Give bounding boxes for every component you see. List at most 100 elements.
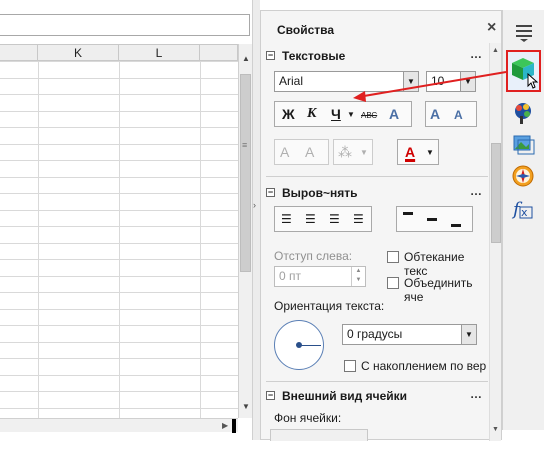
collapse-text-section-icon[interactable]: − — [266, 51, 275, 60]
case-toolbar: A A — [274, 139, 329, 165]
chevron-down-icon[interactable]: ▼ — [461, 325, 476, 344]
align-right-icon[interactable]: ☰ — [329, 212, 340, 226]
scroll-up-icon[interactable]: ▲ — [242, 54, 250, 63]
scroll-right-icon[interactable]: ▶ — [222, 421, 228, 430]
highlight-toolbar: ⁂ ▼ — [333, 139, 373, 165]
wrap-text-label: Обтекание текс — [404, 250, 465, 278]
column-header-bar: K L — [0, 44, 238, 61]
close-icon[interactable]: × — [487, 19, 496, 37]
column-header-l[interactable]: L — [119, 45, 200, 61]
orientation-label: Ориентация текста: — [274, 299, 385, 313]
shadow-icon[interactable]: A — [389, 106, 399, 122]
chevron-down-icon: ▼ — [360, 148, 368, 157]
increase-indent-icon: A — [280, 144, 290, 160]
rotation-angle-select[interactable]: 0 градусы ▼ — [342, 324, 477, 345]
wrap-text-checkbox[interactable] — [387, 251, 399, 263]
panel-scrollbar[interactable]: ▲ ▼ — [489, 43, 501, 441]
align-section-title: Выров~нять — [282, 186, 358, 200]
justify-icon[interactable]: ☰ — [353, 212, 364, 226]
font-style-toolbar: Ж К Ч ▼ АВС A — [274, 101, 412, 127]
merge-cells-label: Объединить яче — [404, 276, 473, 304]
merge-cells-checkbox[interactable] — [387, 277, 399, 289]
dial-center — [296, 342, 302, 348]
properties-cube-icon[interactable] — [508, 52, 539, 90]
cell-background-label: Фон ячейки: — [274, 411, 342, 425]
scroll-up-icon[interactable]: ▲ — [492, 47, 499, 54]
strikethrough-button[interactable]: АВС — [361, 111, 377, 120]
grid-column-line — [200, 61, 201, 420]
appearance-more-options-icon[interactable]: … — [470, 387, 483, 401]
rotation-angle-value: 0 градусы — [347, 327, 403, 341]
column-header-j[interactable] — [0, 45, 38, 61]
spreadsheet-area: K L — [0, 0, 250, 440]
underline-button[interactable]: Ч — [331, 106, 341, 122]
align-more-options-icon[interactable]: … — [470, 184, 483, 198]
text-more-options-icon[interactable]: … — [470, 47, 483, 61]
vertical-align-toolbar: ▬ ▬ ▬ — [396, 206, 473, 232]
collapse-handle-icon[interactable]: › — [253, 200, 256, 210]
underline-options-icon[interactable]: ▼ — [347, 110, 355, 119]
align-center-icon[interactable]: ☰ — [305, 212, 316, 226]
column-header-k[interactable]: K — [38, 45, 119, 61]
indent-value: 0 пт — [279, 269, 302, 283]
align-bottom-icon[interactable]: ▬ — [451, 219, 461, 230]
navigator-icon[interactable] — [509, 162, 537, 190]
font-size-select[interactable]: 10 ▼ — [426, 71, 476, 92]
section-divider — [266, 176, 488, 177]
sheet-vertical-scrollbar[interactable]: ▲ ≡ ▼ — [238, 44, 252, 418]
gallery-icon[interactable] — [509, 130, 537, 158]
sidebar-menu-icon[interactable] — [509, 18, 537, 46]
align-top-icon[interactable]: ▬ — [403, 207, 413, 218]
functions-icon[interactable]: f x — [509, 194, 537, 222]
styles-icon[interactable] — [509, 98, 537, 126]
grid-column-line — [38, 61, 39, 420]
sheet-horizontal-scrollbar[interactable]: ▶ — [0, 418, 238, 433]
grow-font-icon[interactable]: A — [430, 106, 440, 122]
grip-icon: ≡ — [242, 140, 248, 150]
svg-text:x: x — [521, 206, 528, 219]
spin-arrows-icon: ▲ ▼ — [351, 267, 365, 286]
section-divider — [266, 381, 488, 382]
font-color-icon[interactable]: A — [405, 144, 415, 160]
scroll-down-icon[interactable]: ▼ — [492, 426, 499, 433]
collapse-appearance-section-icon[interactable]: − — [266, 391, 275, 400]
dial-needle — [299, 345, 321, 346]
horizontal-align-toolbar: ☰ ☰ ☰ ☰ — [274, 206, 372, 232]
font-name-select[interactable]: Arial ▼ — [274, 71, 419, 92]
font-color-button[interactable]: A ▼ — [397, 139, 439, 165]
sidebar-splitter[interactable]: › — [252, 0, 260, 440]
indent-label: Отступ слева: — [274, 249, 353, 263]
indent-spinbox: 0 пт ▲ ▼ — [274, 266, 366, 287]
font-scale-toolbar: A A — [425, 101, 477, 127]
properties-panel: Свойства × − Текстовые … Arial ▼ 10 ▼ Ж … — [260, 10, 502, 441]
grid-column-line — [119, 61, 120, 420]
sidebar-tab-bar: f x — [502, 10, 544, 430]
align-left-icon[interactable]: ☰ — [281, 212, 292, 226]
cell-background-select[interactable] — [270, 429, 368, 441]
orientation-dial[interactable] — [274, 320, 324, 370]
font-name-value: Arial — [279, 74, 304, 88]
font-size-value: 10 — [431, 74, 445, 88]
scroll-down-icon[interactable]: ▼ — [242, 402, 250, 411]
formula-input[interactable] — [0, 14, 250, 36]
properties-tab-highlight[interactable] — [506, 50, 541, 92]
chevron-down-icon[interactable]: ▼ — [426, 148, 434, 157]
split-bar[interactable] — [232, 419, 236, 433]
shrink-font-icon[interactable]: A — [454, 108, 463, 122]
collapse-align-section-icon[interactable]: − — [266, 188, 275, 197]
scroll-thumb[interactable] — [240, 74, 251, 272]
bold-button[interactable]: Ж — [282, 106, 295, 122]
text-section-title: Текстовые — [282, 49, 346, 63]
cell-grid[interactable] — [0, 61, 238, 420]
chevron-down-icon[interactable]: ▼ — [460, 72, 475, 91]
italic-button[interactable]: К — [307, 106, 317, 122]
chevron-down-icon[interactable]: ▼ — [403, 72, 418, 91]
panel-content: − Текстовые … Arial ▼ 10 ▼ Ж К Ч ▼ АВС A… — [266, 43, 488, 441]
panel-title: Свойства — [277, 23, 335, 37]
panel-scroll-thumb[interactable] — [491, 143, 501, 243]
stacked-checkbox[interactable] — [344, 360, 356, 372]
column-header-m[interactable] — [200, 45, 238, 61]
decrease-indent-icon: A — [305, 144, 315, 160]
stacked-label: С накоплением по вер — [361, 359, 487, 373]
align-middle-icon[interactable]: ▬ — [427, 213, 437, 224]
